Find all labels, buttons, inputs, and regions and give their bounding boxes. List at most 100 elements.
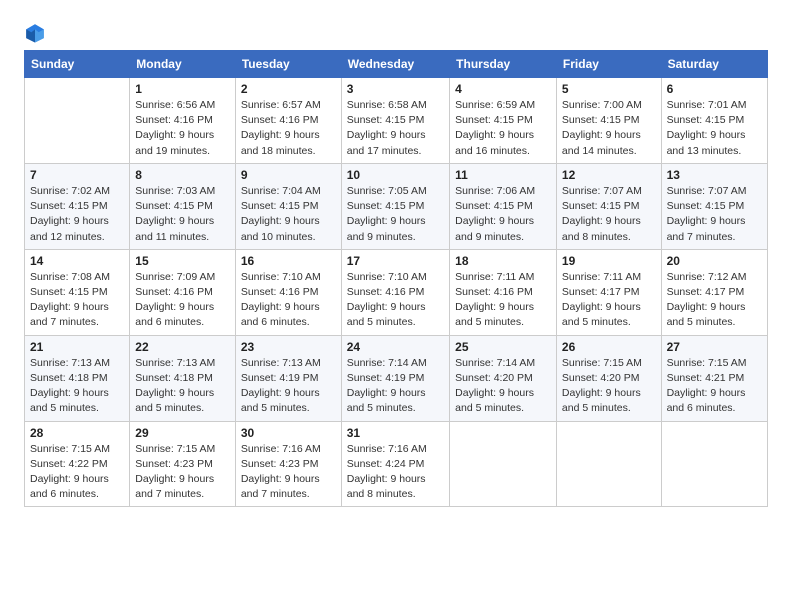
week-row-2: 7Sunrise: 7:02 AMSunset: 4:15 PMDaylight… — [25, 163, 768, 249]
calendar-cell: 15 Sunrise: 7:09 AMSunset: 4:16 PMDayligh… — [130, 249, 236, 335]
logo-icon — [24, 22, 46, 44]
day-info: Sunrise: 7:16 AMSunset: 4:23 PMDaylight:… — [241, 442, 336, 503]
week-row-5: 28 Sunrise: 7:15 AMSunset: 4:22 PMDayligh… — [25, 421, 768, 507]
calendar-cell: 18 Sunrise: 7:11 AMSunset: 4:16 PMDayligh… — [450, 249, 557, 335]
calendar-cell: 31 Sunrise: 7:16 AMSunset: 4:24 PMDayligh… — [341, 421, 449, 507]
day-number: 10 — [347, 168, 444, 182]
day-info: Sunrise: 7:15 AMSunset: 4:20 PMDaylight:… — [562, 356, 656, 417]
day-info: Sunrise: 7:02 AMSunset: 4:15 PMDaylight:… — [30, 184, 124, 245]
day-info: Sunrise: 7:16 AMSunset: 4:24 PMDaylight:… — [347, 442, 444, 503]
calendar: SundayMondayTuesdayWednesdayThursdayFrid… — [24, 50, 768, 507]
day-number: 4 — [455, 82, 551, 96]
calendar-cell: 24Sunrise: 7:14 AMSunset: 4:19 PMDayligh… — [341, 335, 449, 421]
day-info: Sunrise: 7:09 AMSunset: 4:16 PMDaylight:… — [135, 270, 230, 331]
day-number: 27 — [667, 340, 762, 354]
weekday-sunday: Sunday — [25, 51, 130, 78]
page: SundayMondayTuesdayWednesdayThursdayFrid… — [0, 0, 792, 612]
day-info: Sunrise: 7:15 AMSunset: 4:22 PMDaylight:… — [30, 442, 124, 503]
day-number: 29 — [135, 426, 230, 440]
day-info: Sunrise: 7:07 AMSunset: 4:15 PMDaylight:… — [667, 184, 762, 245]
calendar-cell: 10 Sunrise: 7:05 AMSunset: 4:15 PMDayligh… — [341, 163, 449, 249]
weekday-wednesday: Wednesday — [341, 51, 449, 78]
day-number: 26 — [562, 340, 656, 354]
day-info: Sunrise: 7:13 AMSunset: 4:18 PMDaylight:… — [30, 356, 124, 417]
day-number: 2 — [241, 82, 336, 96]
calendar-cell: 8 Sunrise: 7:03 AMSunset: 4:15 PMDaylight… — [130, 163, 236, 249]
day-info: Sunrise: 6:58 AMSunset: 4:15 PMDaylight:… — [347, 98, 444, 159]
day-number: 11 — [455, 168, 551, 182]
day-info: Sunrise: 7:10 AMSunset: 4:16 PMDaylight:… — [241, 270, 336, 331]
calendar-cell: 2Sunrise: 6:57 AMSunset: 4:16 PMDaylight… — [235, 78, 341, 164]
day-info: Sunrise: 7:10 AMSunset: 4:16 PMDaylight:… — [347, 270, 444, 331]
day-number: 13 — [667, 168, 762, 182]
day-number: 21 — [30, 340, 124, 354]
weekday-tuesday: Tuesday — [235, 51, 341, 78]
day-number: 12 — [562, 168, 656, 182]
calendar-cell: 17 Sunrise: 7:10 AMSunset: 4:16 PMDayligh… — [341, 249, 449, 335]
week-row-1: 1 Sunrise: 6:56 AMSunset: 4:16 PMDaylight… — [25, 78, 768, 164]
day-number: 15 — [135, 254, 230, 268]
day-number: 24 — [347, 340, 444, 354]
day-number: 17 — [347, 254, 444, 268]
calendar-cell: 28 Sunrise: 7:15 AMSunset: 4:22 PMDayligh… — [25, 421, 130, 507]
header — [24, 18, 768, 44]
day-info: Sunrise: 7:00 AMSunset: 4:15 PMDaylight:… — [562, 98, 656, 159]
day-number: 20 — [667, 254, 762, 268]
day-number: 3 — [347, 82, 444, 96]
day-number: 31 — [347, 426, 444, 440]
day-number: 1 — [135, 82, 230, 96]
calendar-cell: 30Sunrise: 7:16 AMSunset: 4:23 PMDayligh… — [235, 421, 341, 507]
calendar-cell — [25, 78, 130, 164]
day-info: Sunrise: 7:11 AMSunset: 4:16 PMDaylight:… — [455, 270, 551, 331]
calendar-cell: 4 Sunrise: 6:59 AMSunset: 4:15 PMDaylight… — [450, 78, 557, 164]
day-info: Sunrise: 7:14 AMSunset: 4:20 PMDaylight:… — [455, 356, 551, 417]
day-info: Sunrise: 7:11 AMSunset: 4:17 PMDaylight:… — [562, 270, 656, 331]
weekday-monday: Monday — [130, 51, 236, 78]
day-info: Sunrise: 7:03 AMSunset: 4:15 PMDaylight:… — [135, 184, 230, 245]
day-info: Sunrise: 7:13 AMSunset: 4:19 PMDaylight:… — [241, 356, 336, 417]
day-number: 19 — [562, 254, 656, 268]
weekday-friday: Friday — [556, 51, 661, 78]
calendar-cell: 7Sunrise: 7:02 AMSunset: 4:15 PMDaylight… — [25, 163, 130, 249]
week-row-4: 21 Sunrise: 7:13 AMSunset: 4:18 PMDayligh… — [25, 335, 768, 421]
calendar-cell: 21 Sunrise: 7:13 AMSunset: 4:18 PMDayligh… — [25, 335, 130, 421]
day-number: 28 — [30, 426, 124, 440]
calendar-cell: 14 Sunrise: 7:08 AMSunset: 4:15 PMDayligh… — [25, 249, 130, 335]
day-number: 22 — [135, 340, 230, 354]
calendar-cell: 5 Sunrise: 7:00 AMSunset: 4:15 PMDaylight… — [556, 78, 661, 164]
calendar-cell — [556, 421, 661, 507]
calendar-cell: 19 Sunrise: 7:11 AMSunset: 4:17 PMDayligh… — [556, 249, 661, 335]
calendar-cell: 12 Sunrise: 7:07 AMSunset: 4:15 PMDayligh… — [556, 163, 661, 249]
week-row-3: 14 Sunrise: 7:08 AMSunset: 4:15 PMDayligh… — [25, 249, 768, 335]
calendar-cell: 25 Sunrise: 7:14 AMSunset: 4:20 PMDayligh… — [450, 335, 557, 421]
weekday-saturday: Saturday — [661, 51, 767, 78]
calendar-cell: 3 Sunrise: 6:58 AMSunset: 4:15 PMDaylight… — [341, 78, 449, 164]
calendar-cell: 16Sunrise: 7:10 AMSunset: 4:16 PMDayligh… — [235, 249, 341, 335]
day-number: 14 — [30, 254, 124, 268]
calendar-cell: 9Sunrise: 7:04 AMSunset: 4:15 PMDaylight… — [235, 163, 341, 249]
day-info: Sunrise: 7:15 AMSunset: 4:23 PMDaylight:… — [135, 442, 230, 503]
logo — [24, 22, 48, 44]
calendar-cell: 22 Sunrise: 7:13 AMSunset: 4:18 PMDayligh… — [130, 335, 236, 421]
day-info: Sunrise: 7:08 AMSunset: 4:15 PMDaylight:… — [30, 270, 124, 331]
calendar-cell: 20Sunrise: 7:12 AMSunset: 4:17 PMDayligh… — [661, 249, 767, 335]
day-info: Sunrise: 7:05 AMSunset: 4:15 PMDaylight:… — [347, 184, 444, 245]
calendar-cell — [450, 421, 557, 507]
day-info: Sunrise: 6:59 AMSunset: 4:15 PMDaylight:… — [455, 98, 551, 159]
day-number: 8 — [135, 168, 230, 182]
day-info: Sunrise: 6:56 AMSunset: 4:16 PMDaylight:… — [135, 98, 230, 159]
day-info: Sunrise: 7:01 AMSunset: 4:15 PMDaylight:… — [667, 98, 762, 159]
day-number: 18 — [455, 254, 551, 268]
calendar-cell: 1 Sunrise: 6:56 AMSunset: 4:16 PMDaylight… — [130, 78, 236, 164]
day-number: 5 — [562, 82, 656, 96]
weekday-thursday: Thursday — [450, 51, 557, 78]
day-number: 25 — [455, 340, 551, 354]
day-info: Sunrise: 7:15 AMSunset: 4:21 PMDaylight:… — [667, 356, 762, 417]
calendar-cell: 29 Sunrise: 7:15 AMSunset: 4:23 PMDayligh… — [130, 421, 236, 507]
day-info: Sunrise: 7:06 AMSunset: 4:15 PMDaylight:… — [455, 184, 551, 245]
calendar-cell: 6 Sunrise: 7:01 AMSunset: 4:15 PMDaylight… — [661, 78, 767, 164]
weekday-header-row: SundayMondayTuesdayWednesdayThursdayFrid… — [25, 51, 768, 78]
day-info: Sunrise: 7:13 AMSunset: 4:18 PMDaylight:… — [135, 356, 230, 417]
day-number: 6 — [667, 82, 762, 96]
day-info: Sunrise: 7:07 AMSunset: 4:15 PMDaylight:… — [562, 184, 656, 245]
